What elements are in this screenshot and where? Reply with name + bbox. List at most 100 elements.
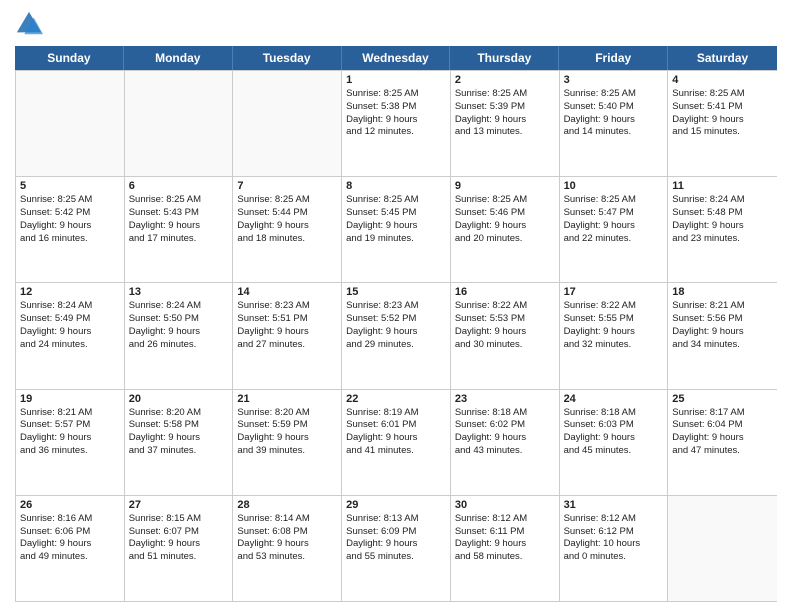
cell-info-line: Daylight: 9 hours [564,432,664,445]
cell-info-line: Daylight: 9 hours [346,326,446,339]
day-number: 11 [672,180,773,192]
day-number: 28 [237,499,337,511]
cell-info-line: Sunrise: 8:21 AM [20,407,120,420]
calendar-body: 1Sunrise: 8:25 AMSunset: 5:38 PMDaylight… [15,70,777,602]
cell-info-line: Sunrise: 8:24 AM [20,300,120,313]
weekday-header: Tuesday [233,46,342,70]
cell-info-line: Sunset: 5:49 PM [20,313,120,326]
calendar-cell: 7Sunrise: 8:25 AMSunset: 5:44 PMDaylight… [233,177,342,282]
day-number: 2 [455,74,555,86]
cell-info-line: Sunset: 5:46 PM [455,207,555,220]
cell-info-line: and 53 minutes. [237,551,337,564]
weekday-header: Saturday [668,46,777,70]
weekday-header: Monday [124,46,233,70]
calendar-row: 12Sunrise: 8:24 AMSunset: 5:49 PMDayligh… [16,282,777,388]
cell-info-line: Sunrise: 8:20 AM [129,407,229,420]
calendar-row: 26Sunrise: 8:16 AMSunset: 6:06 PMDayligh… [16,495,777,601]
cell-info-line: Daylight: 9 hours [672,114,773,127]
cell-info-line: Sunrise: 8:21 AM [672,300,773,313]
day-number: 13 [129,286,229,298]
cell-info-line: Daylight: 9 hours [564,114,664,127]
day-number: 29 [346,499,446,511]
cell-info-line: Daylight: 9 hours [237,326,337,339]
cell-info-line: Sunrise: 8:17 AM [672,407,773,420]
day-number: 6 [129,180,229,192]
cell-info-line: Daylight: 9 hours [346,114,446,127]
cell-info-line: Sunrise: 8:16 AM [20,513,120,526]
cell-info-line: and 18 minutes. [237,233,337,246]
calendar-cell: 30Sunrise: 8:12 AMSunset: 6:11 PMDayligh… [451,496,560,601]
weekday-header: Sunday [15,46,124,70]
calendar-row: 5Sunrise: 8:25 AMSunset: 5:42 PMDaylight… [16,176,777,282]
cell-info-line: and 27 minutes. [237,339,337,352]
cell-info-line: Daylight: 9 hours [20,220,120,233]
day-number: 19 [20,393,120,405]
day-number: 23 [455,393,555,405]
cell-info-line: and 39 minutes. [237,445,337,458]
cell-info-line: Sunrise: 8:25 AM [346,194,446,207]
calendar-cell: 24Sunrise: 8:18 AMSunset: 6:03 PMDayligh… [560,390,669,495]
cell-info-line: and 15 minutes. [672,126,773,139]
day-number: 9 [455,180,555,192]
calendar-cell: 1Sunrise: 8:25 AMSunset: 5:38 PMDaylight… [342,71,451,176]
cell-info-line: and 19 minutes. [346,233,446,246]
cell-info-line: and 20 minutes. [455,233,555,246]
cell-info-line: Daylight: 9 hours [129,538,229,551]
cell-info-line: Daylight: 9 hours [20,538,120,551]
cell-info-line: Daylight: 9 hours [672,432,773,445]
cell-info-line: and 24 minutes. [20,339,120,352]
cell-info-line: and 34 minutes. [672,339,773,352]
calendar-cell: 20Sunrise: 8:20 AMSunset: 5:58 PMDayligh… [125,390,234,495]
cell-info-line: and 13 minutes. [455,126,555,139]
cell-info-line: Sunset: 5:51 PM [237,313,337,326]
cell-info-line: Daylight: 9 hours [20,326,120,339]
day-number: 15 [346,286,446,298]
cell-info-line: and 47 minutes. [672,445,773,458]
cell-info-line: Sunrise: 8:25 AM [564,88,664,101]
cell-info-line: Daylight: 9 hours [346,220,446,233]
cell-info-line: Daylight: 9 hours [672,326,773,339]
calendar-cell: 28Sunrise: 8:14 AMSunset: 6:08 PMDayligh… [233,496,342,601]
calendar-cell: 2Sunrise: 8:25 AMSunset: 5:39 PMDaylight… [451,71,560,176]
cell-info-line: Sunset: 6:08 PM [237,526,337,539]
calendar-cell: 29Sunrise: 8:13 AMSunset: 6:09 PMDayligh… [342,496,451,601]
calendar-cell: 17Sunrise: 8:22 AMSunset: 5:55 PMDayligh… [560,283,669,388]
cell-info-line: and 45 minutes. [564,445,664,458]
cell-info-line: Daylight: 9 hours [237,220,337,233]
cell-info-line: Sunrise: 8:13 AM [346,513,446,526]
cell-info-line: Sunrise: 8:25 AM [20,194,120,207]
cell-info-line: Sunset: 6:11 PM [455,526,555,539]
calendar-cell: 31Sunrise: 8:12 AMSunset: 6:12 PMDayligh… [560,496,669,601]
cell-info-line: Sunrise: 8:25 AM [129,194,229,207]
day-number: 8 [346,180,446,192]
calendar-cell: 13Sunrise: 8:24 AMSunset: 5:50 PMDayligh… [125,283,234,388]
cell-info-line: Sunrise: 8:23 AM [237,300,337,313]
cell-info-line: Sunset: 6:03 PM [564,419,664,432]
calendar: SundayMondayTuesdayWednesdayThursdayFrid… [15,46,777,602]
cell-info-line: and 26 minutes. [129,339,229,352]
calendar-cell: 14Sunrise: 8:23 AMSunset: 5:51 PMDayligh… [233,283,342,388]
calendar-cell [16,71,125,176]
cell-info-line: Sunrise: 8:19 AM [346,407,446,420]
cell-info-line: Sunset: 6:02 PM [455,419,555,432]
day-number: 16 [455,286,555,298]
weekday-header: Thursday [450,46,559,70]
cell-info-line: Daylight: 9 hours [455,432,555,445]
day-number: 20 [129,393,229,405]
calendar-cell: 10Sunrise: 8:25 AMSunset: 5:47 PMDayligh… [560,177,669,282]
cell-info-line: and 17 minutes. [129,233,229,246]
cell-info-line: Sunset: 5:50 PM [129,313,229,326]
day-number: 26 [20,499,120,511]
cell-info-line: Sunrise: 8:15 AM [129,513,229,526]
cell-info-line: and 16 minutes. [20,233,120,246]
logo [15,10,47,38]
calendar-cell: 11Sunrise: 8:24 AMSunset: 5:48 PMDayligh… [668,177,777,282]
cell-info-line: Daylight: 9 hours [129,326,229,339]
calendar-cell: 19Sunrise: 8:21 AMSunset: 5:57 PMDayligh… [16,390,125,495]
cell-info-line: Sunset: 6:12 PM [564,526,664,539]
cell-info-line: Daylight: 9 hours [129,432,229,445]
day-number: 1 [346,74,446,86]
cell-info-line: Sunrise: 8:23 AM [346,300,446,313]
day-number: 5 [20,180,120,192]
cell-info-line: Sunset: 6:07 PM [129,526,229,539]
